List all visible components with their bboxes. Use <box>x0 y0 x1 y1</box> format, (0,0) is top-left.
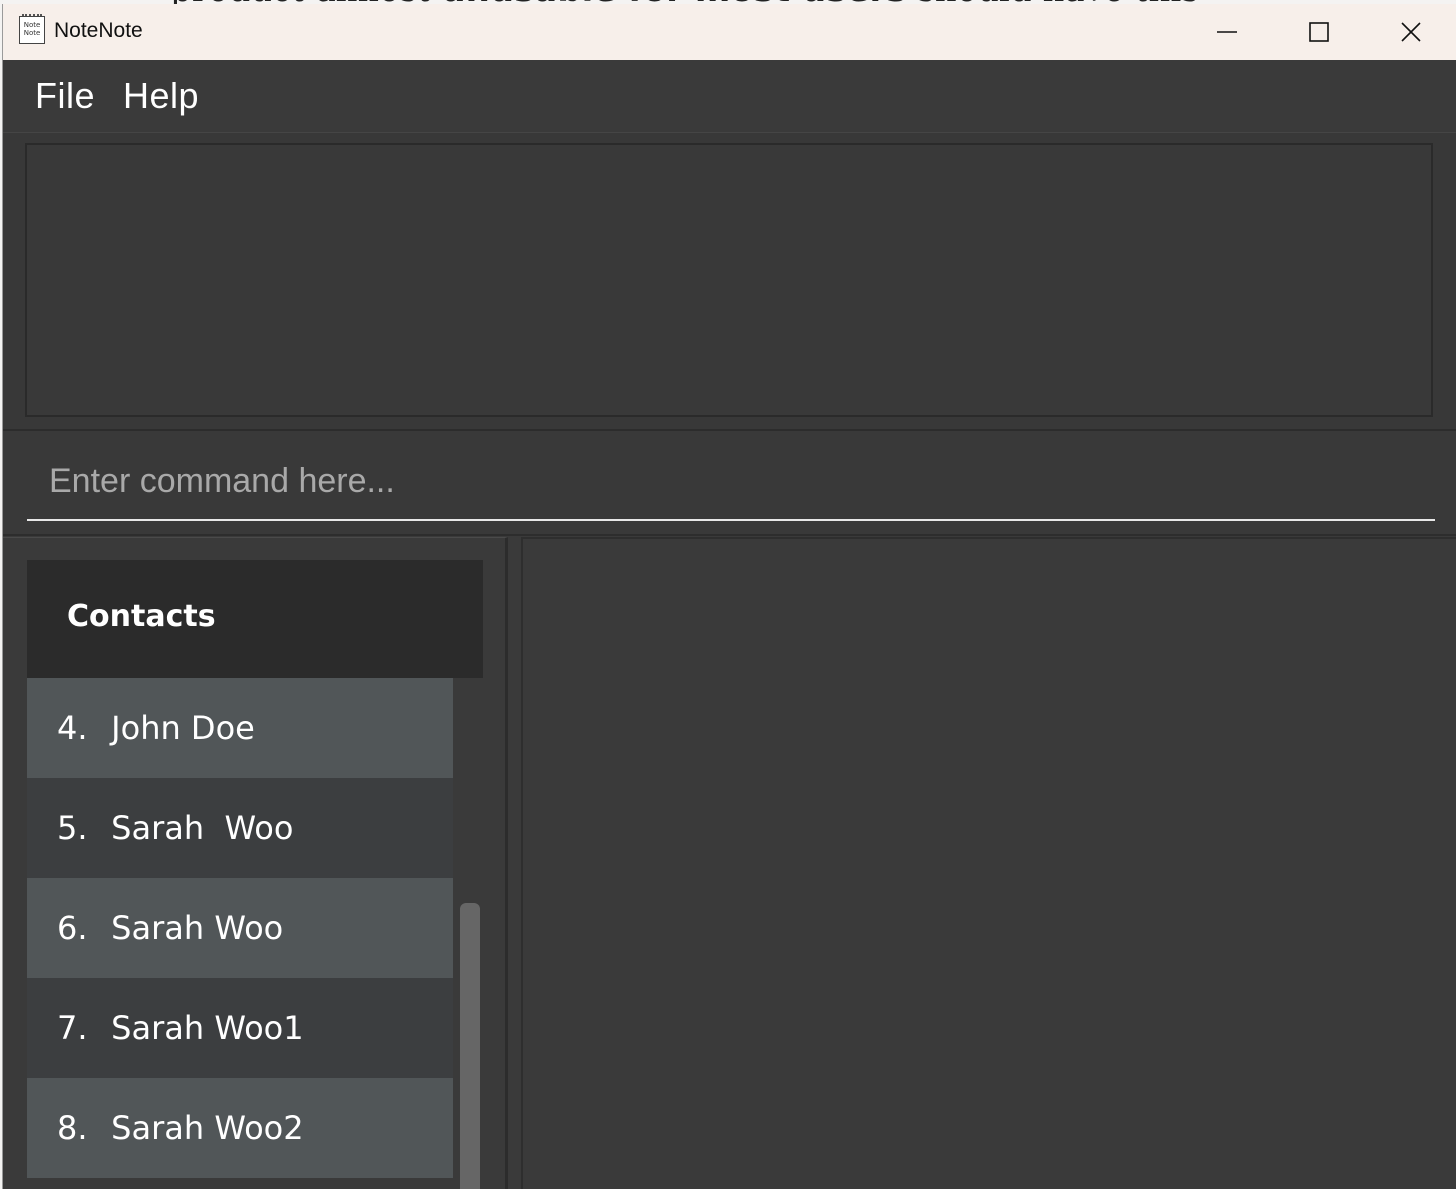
contact-index: 7. <box>57 1009 88 1047</box>
minimize-icon <box>1217 31 1237 33</box>
close-button[interactable] <box>1365 4 1456 60</box>
menu-bar: File Help <box>3 60 1456 133</box>
command-panel <box>3 431 1456 536</box>
contact-name: Sarah Woo <box>111 909 284 947</box>
contacts-list-pane: Contacts 4. John Doe 5. Sarah Woo 6. Sar… <box>3 537 508 1189</box>
menu-file[interactable]: File <box>35 75 95 117</box>
maximize-icon <box>1309 22 1329 42</box>
notenote-app-icon: Note Note <box>19 14 45 44</box>
contact-list-item[interactable]: 8. Sarah Woo2 <box>27 1078 453 1178</box>
maximize-button[interactable] <box>1273 4 1365 60</box>
result-display[interactable] <box>25 143 1433 417</box>
contact-list-item[interactable]: 5. Sarah Woo <box>27 778 453 878</box>
scrollbar-thumb[interactable] <box>460 903 480 1189</box>
contact-list-item[interactable]: 7. Sarah Woo1 <box>27 978 453 1078</box>
app-window: Note Note NoteNote File Help Contacts 4.… <box>2 4 1456 1189</box>
menu-help[interactable]: Help <box>123 75 199 117</box>
contact-index: 8. <box>57 1109 88 1147</box>
close-icon <box>1401 22 1421 42</box>
command-input[interactable] <box>27 443 1435 521</box>
contact-name: Sarah Woo <box>111 809 294 847</box>
contact-name: John Doe <box>111 709 255 747</box>
detail-pane <box>521 537 1456 1189</box>
contact-list-item[interactable]: 4. John Doe <box>27 678 453 778</box>
contact-list-item[interactable]: 6. Sarah Woo <box>27 878 453 978</box>
contacts-scrollbar[interactable] <box>455 678 483 1189</box>
contact-name: Sarah Woo1 <box>111 1009 304 1047</box>
result-panel <box>3 132 1456 431</box>
title-bar[interactable]: Note Note NoteNote <box>3 4 1456 60</box>
contact-index: 5. <box>57 809 88 847</box>
contact-name: Sarah Woo2 <box>111 1109 304 1147</box>
window-title: NoteNote <box>54 19 143 42</box>
contact-index: 4. <box>57 709 88 747</box>
minimize-button[interactable] <box>1181 4 1273 60</box>
contacts-header: Contacts <box>27 560 483 678</box>
contact-index: 6. <box>57 909 88 947</box>
contacts-title: Contacts <box>67 599 216 634</box>
